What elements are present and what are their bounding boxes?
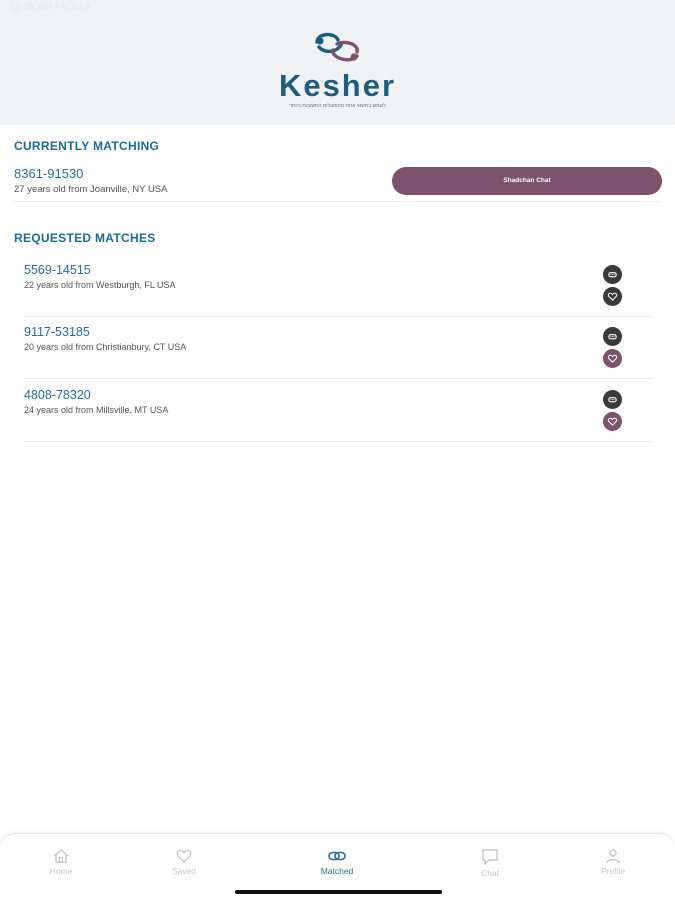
- tab-label: Matched: [320, 866, 354, 876]
- chat-icon[interactable]: [603, 327, 622, 346]
- chat-bubble-icon: [482, 849, 498, 865]
- request-match-id[interactable]: 9117-53185: [24, 325, 90, 339]
- app-header: 10:35 AM Fri Jul 8 Kesher לשמש בחשאי אחת…: [0, 0, 675, 125]
- tab-label: Chat: [481, 868, 499, 878]
- chat-icon[interactable]: [603, 390, 622, 409]
- tab-profile[interactable]: Profile: [568, 848, 658, 876]
- current-match-description: 27 years old from Joanville, NY USA: [14, 184, 168, 195]
- tab-label: Home: [49, 866, 73, 876]
- section-divider: [14, 201, 662, 202]
- status-bar-time: 10:35 AM Fri Jul 8: [10, 2, 91, 13]
- person-icon: [606, 849, 620, 864]
- request-match-id[interactable]: 5569-14515: [24, 263, 91, 277]
- tab-matched[interactable]: Matched: [292, 848, 382, 876]
- home-indicator[interactable]: [235, 890, 442, 894]
- heart-icon[interactable]: [603, 287, 622, 306]
- tab-label: Profile: [600, 866, 626, 876]
- request-match-description: 20 years old from Christianbury, CT USA: [24, 342, 187, 352]
- linked-rings-logo: [315, 32, 359, 62]
- tab-home[interactable]: Home: [16, 848, 106, 876]
- heart-icon[interactable]: [603, 412, 622, 431]
- row-divider: [24, 441, 654, 442]
- tab-saved[interactable]: Saved: [139, 848, 229, 876]
- app-screen: 10:35 AM Fri Jul 8 Kesher לשמש בחשאי אחת…: [0, 0, 675, 900]
- link-icon: [328, 851, 346, 861]
- chat-icon[interactable]: [603, 265, 622, 284]
- tab-chat[interactable]: Chat: [445, 848, 535, 878]
- current-match-id[interactable]: 8361-91530: [14, 166, 83, 181]
- request-match-description: 24 years old from Millsville, MT USA: [24, 405, 169, 415]
- row-divider: [24, 378, 654, 379]
- shadchan-chat-button[interactable]: Shadchan Chat: [392, 167, 662, 195]
- currently-matching-heading: CURRENTLY MATCHING: [14, 139, 160, 153]
- tab-label: Saved: [171, 866, 197, 876]
- request-match-description: 22 years old from Westburgh, FL USA: [24, 280, 176, 290]
- request-row[interactable]: 5569-14515 22 years old from Westburgh, …: [24, 258, 654, 320]
- request-row[interactable]: 9117-53185 20 years old from Christianbu…: [24, 320, 654, 382]
- request-row[interactable]: 4808-78320 24 years old from Millsville,…: [24, 383, 654, 445]
- brand-name: Kesher: [278, 68, 397, 103]
- row-divider: [24, 316, 654, 317]
- brand-tagline: לשמש בחשאי אחת מהפעולות החשובות ביותר: [289, 103, 386, 109]
- home-icon: [53, 849, 69, 863]
- heart-icon: [176, 849, 192, 863]
- request-match-id[interactable]: 4808-78320: [24, 388, 91, 402]
- requested-matches-heading: REQUESTED MATCHES: [14, 231, 156, 245]
- heart-icon[interactable]: [603, 349, 622, 368]
